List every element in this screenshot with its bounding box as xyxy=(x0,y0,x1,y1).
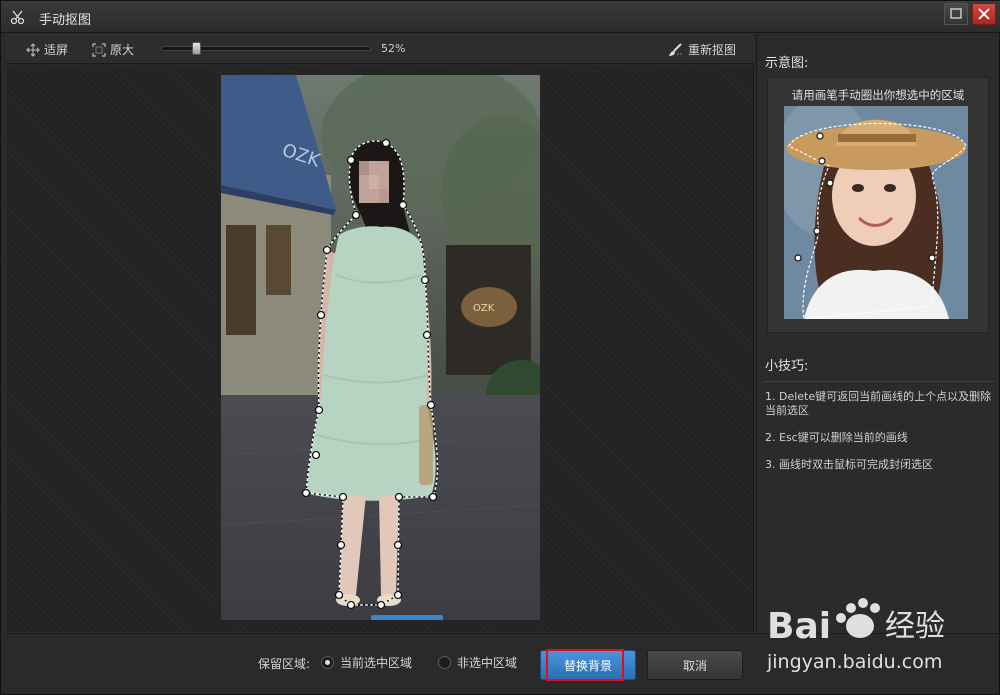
sample-photo xyxy=(784,106,968,319)
tips-title: 小技巧: xyxy=(765,359,809,374)
editing-photo[interactable]: OZK OZK xyxy=(221,75,540,620)
title-bar: 手动抠图 xyxy=(1,1,1000,33)
canvas-scroll-indicator[interactable] xyxy=(371,615,443,620)
radio-unselected-area[interactable]: 非选中区域 xyxy=(438,654,517,671)
bottom-bar: 保留区域: 当前选中区域 非选中区域 替换背景 取消 xyxy=(6,633,998,693)
scissors-icon xyxy=(10,10,25,25)
zoom-slider-thumb[interactable] xyxy=(192,42,201,55)
radio-selected-label: 当前选中区域 xyxy=(340,656,413,670)
radio-dot-checked[interactable] xyxy=(321,656,334,669)
close-icon xyxy=(978,8,990,20)
zoom-percent: 52% xyxy=(381,42,406,55)
original-size-label: 原大 xyxy=(110,43,135,57)
radio-selected-area[interactable]: 当前选中区域 xyxy=(321,654,412,671)
fit-screen-icon xyxy=(26,42,40,57)
maximize-icon xyxy=(950,8,962,19)
tip-2: 2. Esc键可以删除当前的画线 xyxy=(765,431,908,444)
tip-3: 3. 画线时双击鼠标可完成封闭选区 xyxy=(765,458,933,471)
tips-divider xyxy=(763,381,995,382)
window-title: 手动抠图 xyxy=(39,13,92,28)
sample-title: 示意图: xyxy=(765,56,809,71)
toolbar: 适屏 原大 52% 重新抠图 xyxy=(6,34,754,64)
original-size-button[interactable]: 原大 xyxy=(92,41,134,58)
sample-box: 请用画笔手动圈出你想选中的区域 xyxy=(767,77,989,333)
close-button[interactable] xyxy=(972,3,996,25)
redraw-label: 重新抠图 xyxy=(688,43,737,57)
replace-background-button[interactable]: 替换背景 xyxy=(540,650,636,680)
sample-caption: 请用画笔手动圈出你想选中的区域 xyxy=(791,88,965,102)
fit-screen-label: 适屏 xyxy=(44,43,69,57)
fit-screen-button[interactable]: 适屏 xyxy=(26,41,68,58)
radio-unselected-label: 非选中区域 xyxy=(457,656,518,670)
radio-dot-unchecked[interactable] xyxy=(438,656,451,669)
sample-image xyxy=(784,106,968,319)
maximize-button[interactable] xyxy=(944,3,968,25)
cancel-button[interactable]: 取消 xyxy=(647,650,743,680)
svg-text:OZK: OZK xyxy=(473,303,495,314)
photo-scene: OZK OZK xyxy=(221,75,540,620)
editing-canvas[interactable]: OZK OZK xyxy=(6,65,754,632)
tip-1: 1. Delete键可返回当前画线的上个点以及删除当前选区 xyxy=(765,390,992,417)
help-panel: 示意图: 请用画笔手动圈出你想选中的区域 小技巧: 1. Delete键可返回当… xyxy=(756,34,999,632)
original-size-icon xyxy=(92,42,106,57)
manual-cutout-window: 手动抠图 适屏 原大 52% 重新抠图 OZK OZK 示意图: 请用画笔手动圈… xyxy=(0,0,1000,695)
redraw-button[interactable]: 重新抠图 xyxy=(668,41,736,58)
keep-area-label: 保留区域: xyxy=(258,657,311,671)
zoom-slider[interactable] xyxy=(161,42,371,55)
brush-icon xyxy=(669,42,683,56)
